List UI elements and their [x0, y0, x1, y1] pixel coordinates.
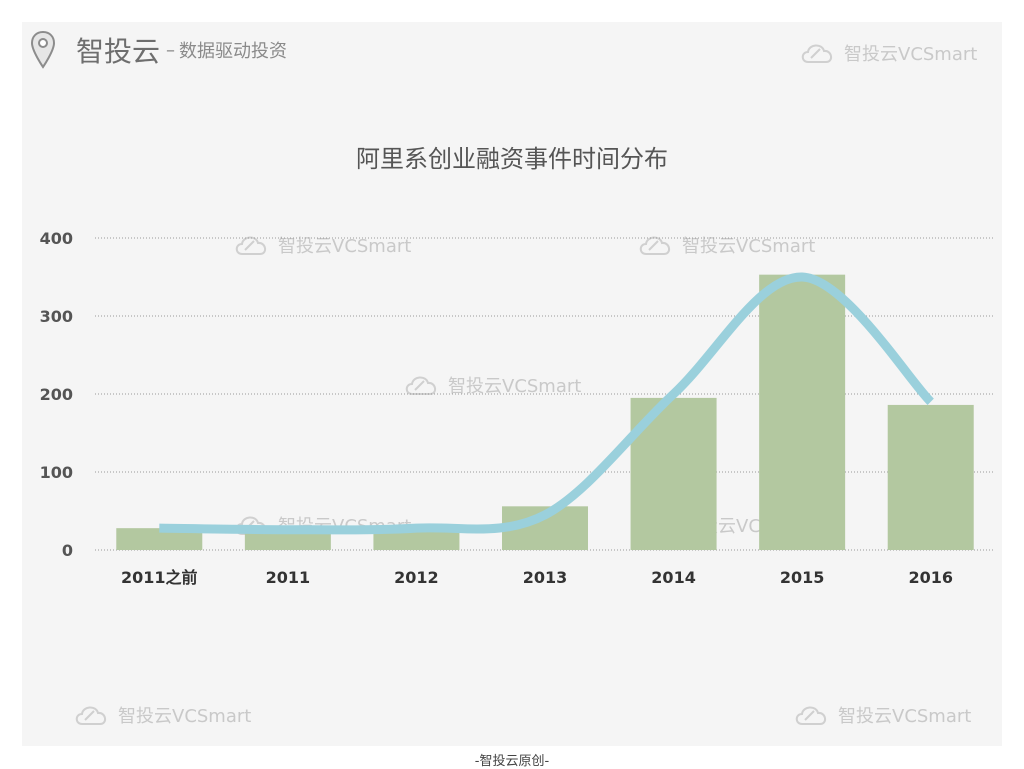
x-tick-label: 2016: [908, 568, 953, 587]
bar: [759, 274, 846, 550]
x-tick-label: 2013: [523, 568, 568, 587]
chart-title: 阿里系创业融资事件时间分布: [356, 145, 668, 173]
y-tick-label: 300: [40, 307, 73, 326]
y-tick-label: 100: [40, 463, 73, 482]
y-tick-label: 200: [40, 385, 73, 404]
footer-note: -智投云原创-: [474, 754, 550, 769]
bar: [887, 404, 974, 550]
x-tick-label: 2011: [266, 568, 311, 587]
y-tick-label: 400: [40, 229, 73, 248]
x-tick-label: 2011之前: [121, 568, 198, 587]
y-tick-label: 0: [62, 541, 73, 560]
x-tick-label: 2015: [780, 568, 825, 587]
bar-chart: 阿里系创业融资事件时间分布 0 100 200 300 400 2011之前 2011 2012…: [40, 145, 995, 587]
x-tick-label: 2012: [394, 568, 439, 587]
x-tick-label: 2014: [651, 568, 696, 587]
